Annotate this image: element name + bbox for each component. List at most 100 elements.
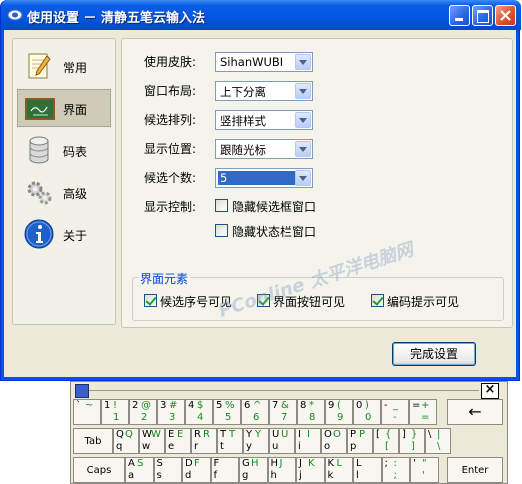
show-code-hint-checkbox[interactable]: [371, 294, 384, 307]
enter-key[interactable]: Enter: [447, 457, 503, 483]
chevron-down-icon[interactable]: [295, 83, 311, 99]
key-legend: 8: [300, 400, 307, 411]
keyboard-key[interactable]: 2 @2: [129, 399, 157, 425]
skin-select[interactable]: SihanWUBI: [215, 52, 313, 72]
layout-select[interactable]: 上下分离: [215, 81, 313, 101]
keyboard-key[interactable]: Ll: [353, 457, 382, 483]
keyboard-key[interactable]: HhJ: [267, 457, 296, 483]
chevron-down-icon[interactable]: [295, 112, 311, 128]
key-legend: j: [299, 470, 302, 481]
keyboard-key[interactable]: RrR: [191, 428, 217, 454]
keyboard-key[interactable]: ` ~: [73, 399, 101, 425]
layout-label: 窗口布局:: [144, 84, 197, 98]
keyboard-key[interactable]: KkL: [324, 457, 353, 483]
key-legend: E: [168, 429, 175, 440]
keyboard-key[interactable]: = + =: [409, 399, 437, 425]
key-legend: S: [137, 458, 144, 469]
caps-key[interactable]: Caps: [73, 457, 125, 483]
keyboard-key[interactable]: ' " ': [410, 457, 439, 483]
title-bar[interactable]: 使用设置 － 清静五笔云输入法: [1, 0, 521, 30]
key-legend: ): [365, 400, 369, 411]
key-legend: H: [251, 458, 259, 469]
keyboard-key[interactable]: UuU: [269, 428, 295, 454]
key-legend: -: [393, 412, 397, 423]
key-legend: ;: [384, 458, 388, 469]
chevron-down-icon[interactable]: [295, 54, 311, 70]
key-legend: *: [309, 400, 314, 411]
position-select[interactable]: 跟随光标: [215, 139, 313, 159]
count-select[interactable]: 5: [215, 168, 313, 188]
keyboard-key[interactable]: 4 $4: [185, 399, 213, 425]
keyboard-key[interactable]: 8 * 8: [297, 399, 325, 425]
key-legend: F: [194, 458, 200, 469]
keyboard-key[interactable]: DdF: [182, 457, 211, 483]
keyboard-key[interactable]: 3 #3: [157, 399, 185, 425]
window-client-area: 常用 界面 码表 高级 关于 使用皮肤: SihanWUBI 窗口布局: 上下分…: [4, 30, 516, 377]
show-code-hint-label[interactable]: 编码提示可见: [387, 293, 459, 310]
finish-settings-button[interactable]: 完成设置: [392, 342, 476, 366]
keyboard-key[interactable]: Ss: [153, 457, 182, 483]
keyboard-key[interactable]: \ | \: [425, 428, 451, 454]
maximize-button[interactable]: [472, 5, 493, 26]
key-legend: D: [185, 458, 193, 469]
sidebar-item-codetable[interactable]: 码表: [17, 131, 111, 169]
key-legend: H: [270, 458, 279, 469]
sidebar-item-label: 关于: [63, 229, 88, 243]
close-button[interactable]: [495, 5, 516, 26]
key-legend: J: [279, 458, 283, 469]
key-legend: w: [142, 441, 151, 452]
key-legend: 0: [356, 400, 363, 411]
order-select[interactable]: 竖排样式: [215, 110, 313, 130]
keyboard-key[interactable]: YyY: [243, 428, 269, 454]
key-legend: I: [307, 429, 310, 440]
keyboard-key[interactable]: - _ -: [381, 399, 409, 425]
chalkboard-icon: [25, 98, 55, 120]
key-legend: P: [350, 429, 357, 440]
keyboard-key[interactable]: 7 & 7: [269, 399, 297, 425]
backspace-key[interactable]: ←: [447, 399, 503, 425]
key-legend: 8: [309, 412, 316, 423]
keyboard-key[interactable]: 9(9: [325, 399, 353, 425]
keyboard-key[interactable]: JjK: [296, 457, 325, 483]
sidebar-item-advanced[interactable]: 高级: [17, 173, 111, 211]
key-legend: U: [281, 429, 289, 440]
tab-key[interactable]: Tab: [73, 428, 113, 454]
key-legend: q: [116, 441, 123, 452]
keyboard-key[interactable]: Ff: [210, 457, 239, 483]
keyboard-key[interactable]: EeE: [165, 428, 191, 454]
hide-candidate-checkbox[interactable]: [215, 199, 228, 212]
keyboard-key[interactable]: 0) 0: [353, 399, 381, 425]
keyboard-key[interactable]: ]}]: [399, 428, 425, 454]
sidebar-item-about[interactable]: 关于: [17, 215, 111, 253]
keyboard-key[interactable]: 6 ^ 6: [241, 399, 269, 425]
key-legend: l: [356, 470, 359, 481]
sidebar-item-general[interactable]: 常用: [17, 47, 111, 85]
keyboard-key[interactable]: WwW: [139, 428, 165, 454]
key-legend: @: [141, 400, 151, 411]
keyboard-key[interactable]: 5% 5: [213, 399, 241, 425]
keyboard-close-button[interactable]: ×: [481, 383, 499, 399]
keyboard-key[interactable]: TtT: [217, 428, 243, 454]
hide-status-checkbox[interactable]: [215, 224, 228, 237]
show-candidate-index-checkbox[interactable]: [144, 294, 157, 307]
sidebar-item-interface[interactable]: 界面: [17, 89, 111, 127]
keyboard-key[interactable]: [{[: [373, 428, 399, 454]
keyboard-key[interactable]: QqQ: [113, 428, 139, 454]
hide-status-label[interactable]: 隐藏状态栏窗口: [232, 223, 316, 240]
keyboard-key[interactable]: OoO: [321, 428, 347, 454]
chevron-down-icon[interactable]: [295, 141, 311, 157]
key-legend: 4: [197, 412, 204, 423]
keyboard-key[interactable]: GgH: [239, 457, 268, 483]
hide-candidate-label[interactable]: 隐藏候选框窗口: [232, 198, 316, 215]
keyboard-key[interactable]: 1! 1: [101, 399, 129, 425]
keyboard-key[interactable]: PpP: [347, 428, 373, 454]
key-legend: 7: [272, 400, 279, 411]
chevron-down-icon[interactable]: [295, 170, 311, 186]
tab-key-label: Tab: [84, 436, 102, 447]
key-legend: T: [229, 429, 236, 440]
keyboard-key[interactable]: ;:;: [381, 457, 410, 483]
minimize-button[interactable]: [449, 5, 470, 26]
key-legend: {: [385, 429, 392, 440]
keyboard-key[interactable]: IiI: [295, 428, 321, 454]
keyboard-key[interactable]: AaS: [125, 457, 154, 483]
